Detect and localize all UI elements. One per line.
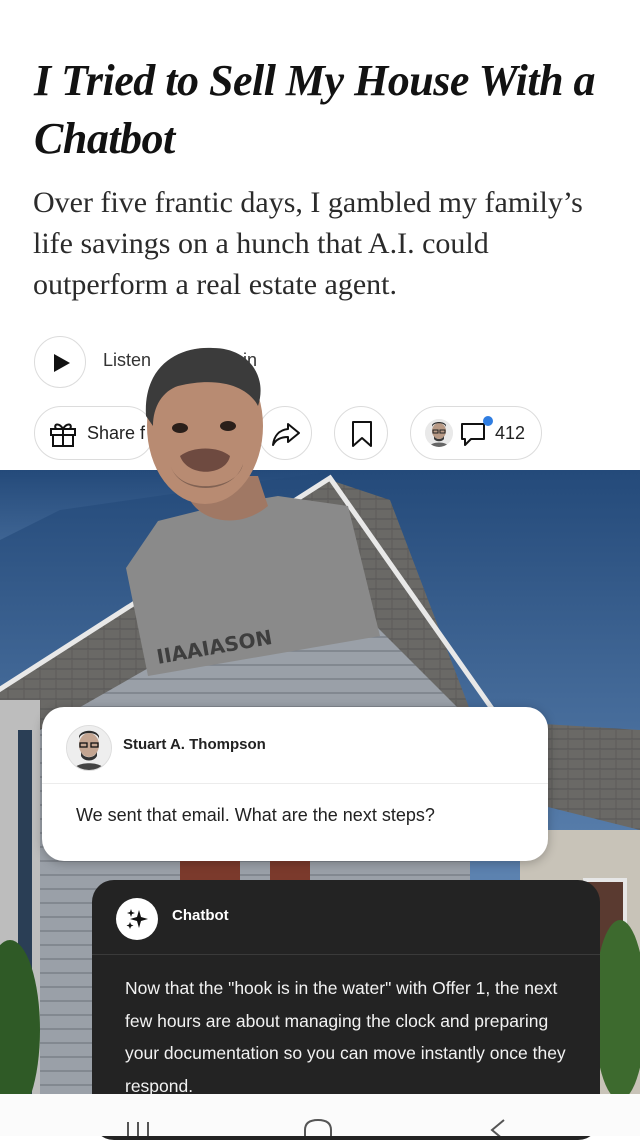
user-card-divider bbox=[42, 783, 548, 784]
article-headline: I Tried to Sell My House With a Chatbot bbox=[34, 56, 596, 163]
system-navigation-bar bbox=[0, 1094, 640, 1136]
user-avatar bbox=[66, 725, 112, 771]
home-icon[interactable] bbox=[302, 1118, 334, 1136]
chatbot-card-divider bbox=[92, 954, 600, 955]
comment-icon bbox=[461, 423, 485, 446]
chatbot-name: Chatbot bbox=[172, 907, 229, 924]
gift-icon bbox=[50, 423, 76, 447]
user-message-card: Stuart A. Thompson We sent that email. W… bbox=[42, 707, 548, 861]
recent-apps-icon[interactable] bbox=[124, 1120, 154, 1136]
comments-button[interactable]: 412 bbox=[410, 406, 542, 460]
chatbot-avatar bbox=[116, 898, 158, 940]
chatbot-message-text: Now that the "hook is in the water" with… bbox=[125, 978, 566, 1096]
article-summary: Over five frantic days, I gambled my fam… bbox=[33, 186, 583, 301]
new-comments-dot bbox=[483, 416, 493, 426]
user-message-text: We sent that email. What are the next st… bbox=[76, 805, 435, 825]
comment-count: 412 bbox=[495, 423, 526, 443]
play-icon bbox=[54, 354, 70, 372]
presenter-video-cutout: IIAAIASON bbox=[118, 346, 388, 676]
listen-play-button[interactable] bbox=[34, 336, 86, 388]
back-icon[interactable] bbox=[486, 1118, 510, 1136]
sparkle-icon bbox=[126, 909, 148, 929]
commenter-avatar bbox=[425, 419, 453, 447]
user-name: Stuart A. Thompson bbox=[123, 736, 266, 753]
